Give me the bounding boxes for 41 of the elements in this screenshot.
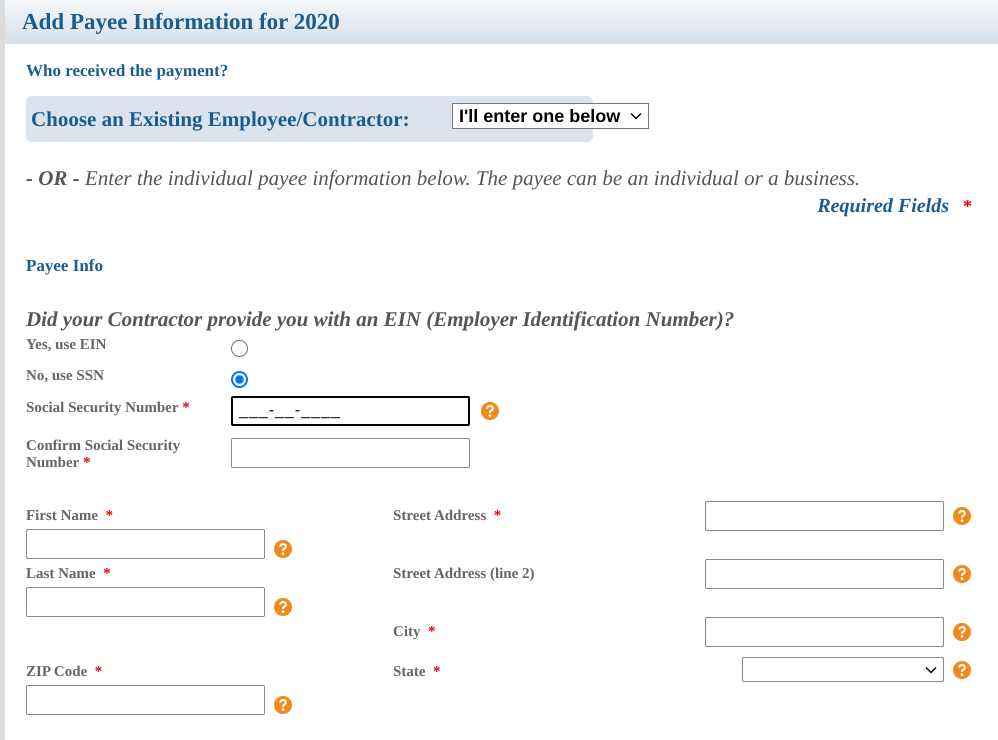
- radio-button[interactable]: [231, 371, 248, 388]
- field-label: Social Security Number *: [26, 400, 191, 417]
- state-dropdown[interactable]: [742, 657, 944, 682]
- field-label: Last Name *: [26, 566, 112, 583]
- input-field[interactable]: [26, 587, 265, 617]
- payee-dropdown[interactable]: I'll enter one below: [452, 103, 650, 129]
- chevron-icon: [630, 112, 642, 120]
- input-field[interactable]: [26, 685, 265, 715]
- radio-button[interactable]: [231, 340, 248, 357]
- field-label: Street Address *: [393, 508, 502, 526]
- chevron-icon: [925, 666, 937, 674]
- help-icon[interactable]: [273, 539, 293, 559]
- input-field[interactable]: [705, 559, 944, 589]
- field-label: ZIP Code *: [26, 664, 104, 681]
- section-heading: Who received the payment?: [26, 61, 230, 81]
- section-heading: Payee Info: [26, 256, 104, 276]
- input-field[interactable]: [231, 438, 470, 468]
- question-text: Did your Contractor provide you with an EIN (Employer Identification Number)?: [26, 307, 736, 332]
- input-field[interactable]: ___-__-____: [231, 396, 470, 426]
- help-icon[interactable]: [952, 506, 972, 526]
- required-asterisk: *: [963, 196, 972, 217]
- option-label: Yes, use EIN: [26, 337, 108, 354]
- page-title: Add Payee Information for 2020: [22, 9, 340, 35]
- help-icon[interactable]: [273, 597, 293, 617]
- field-label: Street Address (line 2): [393, 566, 535, 584]
- required-fields-label: Required Fields: [817, 195, 949, 218]
- help-icon[interactable]: [480, 401, 500, 421]
- help-icon[interactable]: [952, 660, 972, 680]
- help-icon[interactable]: [952, 564, 972, 584]
- existing-label: Choose an Existing Employee/Contractor:: [31, 106, 410, 132]
- field-label: First Name *: [26, 508, 114, 525]
- input-field[interactable]: [705, 617, 944, 647]
- help-icon[interactable]: [273, 695, 293, 715]
- field-label: Confirm Social Security Number *: [26, 438, 182, 472]
- field-label: City *: [393, 624, 436, 642]
- input-field[interactable]: [26, 529, 265, 559]
- help-icon[interactable]: [952, 622, 972, 642]
- option-label: No, use SSN: [26, 368, 105, 385]
- instruction-text: - OR - Enter the individual payee information below. The payee can be an individual or a business.: [26, 166, 862, 191]
- field-label: State *: [393, 664, 440, 682]
- input-field[interactable]: [705, 501, 944, 531]
